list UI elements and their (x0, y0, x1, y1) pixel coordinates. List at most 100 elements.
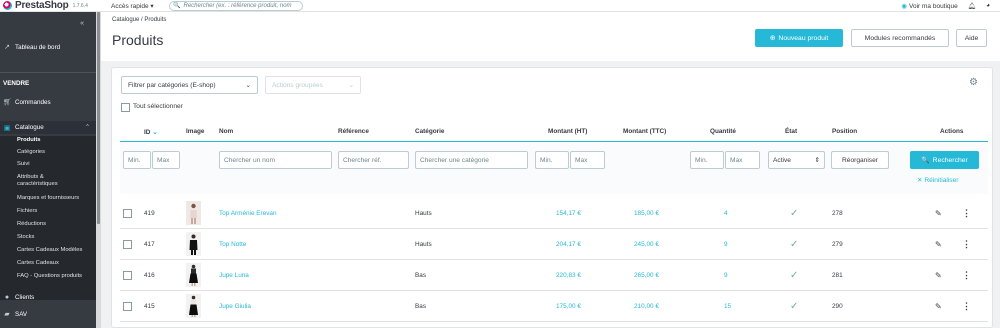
column-header-category[interactable]: Catégorie (415, 128, 444, 135)
column-header-amount-ht[interactable]: Montant (HT) (548, 128, 587, 135)
product-price-ht[interactable]: 154,17 € (556, 198, 581, 228)
product-quantity[interactable]: 9 (724, 260, 728, 290)
column-header-amount-ttc[interactable]: Montant (TTC) (623, 128, 666, 135)
sidebar-link-giftcards[interactable]: Cartes Cadeaux (17, 260, 59, 267)
select-all-checkbox[interactable] (121, 103, 130, 112)
sidebar-link-products[interactable]: Produits (17, 137, 41, 144)
quick-access-menu[interactable]: Accès rapide ▾ (111, 2, 169, 10)
reference-filter-input[interactable]: Chercher réf. (338, 151, 409, 169)
collapse-sidebar-icon[interactable]: « (80, 20, 84, 27)
product-quantity[interactable]: 15 (724, 291, 731, 321)
new-product-button[interactable]: ⊕ Nouveau produit (755, 29, 843, 47)
column-header-name[interactable]: Nom (219, 128, 233, 135)
amount-ht-min-input[interactable]: Min. (535, 151, 569, 169)
account-icon[interactable]: ◕ (986, 2, 990, 9)
product-price-ttc[interactable]: 245,00 € (634, 229, 659, 259)
edit-pencil-icon[interactable]: ✎ (935, 229, 942, 259)
page-header: Catalogue / Produits Produits ⊕ Nouveau … (101, 12, 1000, 61)
sidebar-item-orders[interactable]: 🛒︎ Commandes (3, 98, 51, 107)
product-price-ht[interactable]: 204,17 € (556, 229, 581, 259)
recommended-modules-button[interactable]: Modules recommandés (851, 29, 949, 47)
sidebar-link-discounts[interactable]: Réductions (17, 221, 46, 228)
search-button[interactable]: 🔍 Rechercher (910, 151, 979, 169)
product-name-link[interactable]: Top Arménie Erevan (219, 198, 277, 228)
row-checkbox[interactable] (123, 240, 132, 249)
product-price-ttc[interactable]: 210,00 € (634, 291, 659, 321)
sidebar-link-files[interactable]: Fichiers (17, 208, 37, 215)
more-actions-icon[interactable]: ⋮ (962, 198, 971, 228)
product-price-ht[interactable]: 220,83 € (556, 260, 581, 290)
edit-pencil-icon[interactable]: ✎ (935, 198, 942, 228)
product-image[interactable] (186, 294, 201, 318)
column-header-id[interactable]: ID ⌄ (144, 128, 158, 136)
sidebar-link-monitoring[interactable]: Suivi (17, 161, 30, 168)
row-checkbox[interactable] (123, 209, 132, 218)
product-category: Hauts (415, 240, 432, 248)
column-header-quantity[interactable]: Quantité (710, 128, 736, 135)
sidebar-link-brands[interactable]: Marques et fournisseurs (17, 195, 79, 202)
table-row[interactable]: 415 Jupe Giulia Bas 175,00 € 210,00 € 15… (120, 291, 988, 322)
product-image[interactable] (186, 263, 201, 287)
row-checkbox[interactable] (123, 271, 132, 280)
version-label: 1.7.6.4 (72, 2, 88, 9)
product-image[interactable] (186, 201, 201, 225)
check-icon[interactable]: ✓ (790, 198, 798, 228)
quantity-min-input[interactable]: Min. (690, 151, 724, 169)
quantity-max-input[interactable]: Max (725, 151, 760, 169)
table-row[interactable]: 417 Top Notte Hauts 204,17 € 245,00 € 9 … (120, 229, 988, 260)
view-shop-link[interactable]: ◉ Voir ma boutique (901, 2, 957, 10)
product-name-link[interactable]: Jupe Luna (219, 260, 249, 290)
check-icon[interactable]: ✓ (790, 260, 798, 290)
search-input[interactable]: 🔍 Rechercher (ex. : référence produit, n… (169, 0, 303, 11)
product-price-ht[interactable]: 175,00 € (556, 291, 581, 321)
name-filter-input[interactable]: Chercher un nom (219, 151, 332, 169)
sidebar-link-features[interactable]: caractéristiques (17, 181, 58, 188)
help-button[interactable]: Aide (956, 29, 987, 47)
table-row[interactable]: 419 Top Arménie Erevan Hauts 154,17 € 18… (120, 198, 988, 229)
product-price-ttc[interactable]: 185,00 € (634, 198, 659, 228)
sidebar-item-dashboard[interactable]: ↗ Tableau de bord (3, 43, 60, 52)
check-icon[interactable]: ✓ (790, 291, 798, 321)
id-max-input[interactable]: Max (152, 151, 180, 169)
sidebar-item-catalog[interactable]: ▣ Catalogue ⌃ (0, 121, 96, 134)
product-quantity[interactable]: 9 (724, 229, 728, 259)
category-filter-dropdown[interactable]: Filtrer par catégories (E-shop) ⌄ (121, 76, 258, 94)
sidebar-link-faq[interactable]: FAQ - Questions produits (17, 273, 82, 280)
sidebar-item-sav[interactable]: ▰ SAV (3, 310, 27, 319)
more-actions-icon[interactable]: ⋮ (962, 229, 971, 259)
sidebar-link-categories[interactable]: Catégories (17, 149, 45, 156)
more-actions-icon[interactable]: ⋮ (962, 291, 971, 321)
new-product-label: Nouveau produit (778, 34, 829, 42)
sidebar-item-clients[interactable]: ● Clients (3, 294, 34, 301)
column-header-position[interactable]: Position (832, 128, 857, 135)
column-header-state[interactable]: État (785, 128, 797, 135)
sidebar-link-giftcard-templates[interactable]: Cartes Cadeaux Modèles (17, 247, 82, 254)
reorganize-button[interactable]: Réorganiser (831, 151, 889, 169)
row-checkbox[interactable] (123, 302, 132, 311)
id-min-input[interactable]: Min. (123, 151, 151, 169)
product-image[interactable] (186, 232, 201, 256)
state-filter-select[interactable]: Active ⇕ (768, 151, 825, 169)
notifications-icon[interactable]: 🔔︎ (968, 2, 976, 10)
product-name-link[interactable]: Jupe Giulia (219, 291, 251, 321)
product-price-ttc[interactable]: 265,00 € (634, 260, 659, 290)
category-filter-input[interactable]: Chercher une catégorie (415, 151, 528, 169)
amount-ht-max-input[interactable]: Max (570, 151, 605, 169)
sidebar-scrollbar-thumb[interactable] (97, 12, 100, 224)
logo[interactable]: PrestaShop 1.7.6.4 (0, 0, 103, 11)
search-button-label: Rechercher (932, 156, 968, 164)
gear-icon[interactable]: ⚙︎ (969, 77, 978, 88)
edit-pencil-icon[interactable]: ✎ (935, 260, 942, 290)
column-header-reference[interactable]: Référence (338, 128, 369, 135)
reset-filters-link[interactable]: ✕ Réinitialiser (917, 176, 958, 184)
product-name-link[interactable]: Top Notte (219, 229, 246, 259)
breadcrumb[interactable]: Catalogue / Produits (112, 17, 166, 23)
check-icon[interactable]: ✓ (790, 229, 798, 259)
bulk-actions-dropdown[interactable]: Actions groupées ⌄ (265, 76, 361, 94)
more-actions-icon[interactable]: ⋮ (962, 260, 971, 290)
sidebar-link-attributes[interactable]: Attributs & (17, 174, 44, 181)
table-row[interactable]: 416 Jupe Luna Bas 220,83 € 265,00 € 9 ✓ … (120, 260, 988, 291)
product-quantity[interactable]: 4 (724, 198, 728, 228)
sidebar-link-stocks[interactable]: Stocks (17, 234, 34, 241)
edit-pencil-icon[interactable]: ✎ (935, 291, 942, 321)
